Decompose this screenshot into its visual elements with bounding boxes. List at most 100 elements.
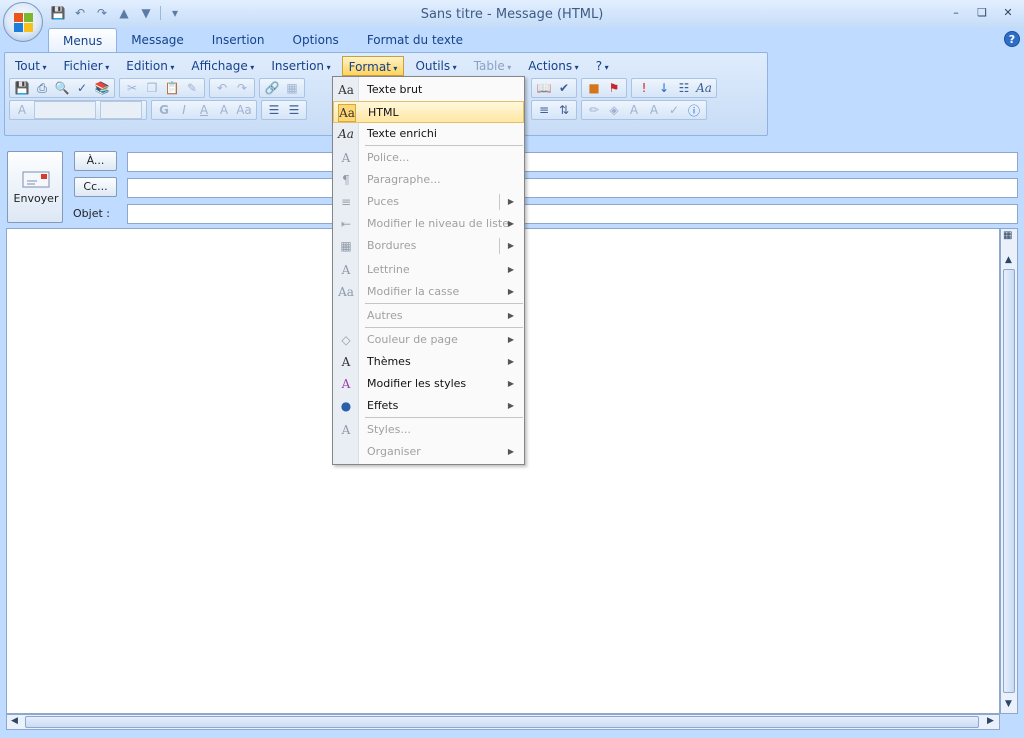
grow-font-button[interactable]: A: [214, 101, 234, 119]
help-button[interactable]: ?: [1004, 31, 1020, 47]
title-bar: 💾 ↶ ↷ ▲ ▼ ▾ Sans titre - Message (HTML) …: [0, 0, 1024, 28]
menu-outils[interactable]: Outils: [409, 56, 462, 76]
hyperlink-icon[interactable]: 🔗: [262, 79, 282, 97]
to-field[interactable]: [127, 152, 1018, 172]
scroll-left-icon[interactable]: ◀: [11, 716, 18, 726]
format-menu-item[interactable]: Aa HTML: [333, 101, 524, 123]
print-icon[interactable]: ⎙: [32, 79, 52, 97]
table-icon[interactable]: ▦: [282, 79, 302, 97]
cut-icon[interactable]: ✂: [122, 79, 142, 97]
vertical-scrollbar[interactable]: ▦ ▲ ▼: [1000, 228, 1018, 714]
highlight-icon[interactable]: ✏: [584, 101, 604, 119]
paste-icon[interactable]: 📋: [162, 79, 182, 97]
tab-menus[interactable]: Menus: [48, 28, 118, 52]
format-menu-item: Organiser ▶: [333, 441, 524, 463]
styles-gallery-icon[interactable]: Aa: [694, 79, 714, 97]
format-menu-item: ¶ Paragraphe...: [333, 169, 524, 191]
menu-affichage[interactable]: Affichage: [185, 56, 260, 76]
menu-separator: [365, 303, 523, 304]
high-importance-icon[interactable]: !: [634, 79, 654, 97]
scroll-up-icon[interactable]: ▲: [1005, 255, 1012, 265]
tab-format-du-texte[interactable]: Format du texte: [353, 28, 477, 52]
clear-format-icon[interactable]: A: [644, 101, 664, 119]
maximize-button[interactable]: ❏: [972, 4, 992, 20]
font-name-combo[interactable]: [34, 101, 96, 119]
ribbon-tabs: Menus Message Insertion Options Format d…: [48, 28, 477, 52]
horizontal-scrollbar[interactable]: ◀ ▶: [6, 714, 1000, 730]
menu-help[interactable]: ?: [590, 56, 615, 76]
html-format-icon: Aa: [338, 104, 356, 122]
effects-icon: ●: [340, 399, 352, 413]
spelling-icon[interactable]: ✓: [72, 79, 92, 97]
ruler-toggle-icon[interactable]: ▦: [1003, 230, 1012, 241]
submenu-arrow-icon: ▶: [507, 241, 514, 250]
office-button[interactable]: [3, 2, 43, 42]
tab-insertion[interactable]: Insertion: [198, 28, 279, 52]
send-button[interactable]: Envoyer: [7, 151, 63, 223]
format-menu-item: A Lettrine ▶: [333, 259, 524, 281]
format-menu-item[interactable]: Aa Texte brut: [333, 79, 524, 101]
vertical-scroll-thumb[interactable]: [1003, 269, 1015, 693]
italic-button[interactable]: I: [174, 101, 194, 119]
shading-icon[interactable]: ◈: [604, 101, 624, 119]
cc-button[interactable]: Cc...: [74, 177, 117, 197]
low-importance-icon[interactable]: ↓: [654, 79, 674, 97]
menu-actions[interactable]: Actions: [522, 56, 584, 76]
spellcheck-icon[interactable]: ✓: [664, 101, 684, 119]
font-color-icon[interactable]: A: [624, 101, 644, 119]
tab-options[interactable]: Options: [279, 28, 353, 52]
scroll-down-icon[interactable]: ▼: [1005, 699, 1012, 709]
office-logo-icon: [14, 13, 34, 33]
check-names-icon[interactable]: ✔: [554, 79, 574, 97]
format-menu-item[interactable]: Aa Texte enrichi: [333, 123, 524, 145]
change-case-button[interactable]: Aa: [234, 101, 254, 119]
help-icon[interactable]: ⓘ: [684, 101, 704, 119]
menu-edition[interactable]: Edition: [120, 56, 180, 76]
message-toolbar: 📖 ✔ ■ ⚑ ! ↓ ☷ Aa: [531, 78, 721, 98]
horizontal-scroll-thumb[interactable]: [25, 716, 979, 728]
align-center-icon[interactable]: ☰: [284, 101, 304, 119]
format-menu-item[interactable]: ● Effets ▶: [333, 395, 524, 417]
options-icon[interactable]: ☷: [674, 79, 694, 97]
redo-icon[interactable]: ↷: [232, 79, 252, 97]
menu-fichier[interactable]: Fichier: [58, 56, 116, 76]
styles-icon[interactable]: A: [12, 101, 32, 119]
to-button[interactable]: À...: [74, 151, 117, 171]
classic-menu-bar: Tout Fichier Edition Affichage Insertion…: [9, 56, 620, 76]
menu-table[interactable]: Table: [468, 56, 518, 76]
cc-field[interactable]: [127, 178, 1018, 198]
format-menu-item-label: Effets: [367, 399, 399, 412]
format-menu-item[interactable]: A Thèmes ▶: [333, 351, 524, 373]
font-size-combo[interactable]: [100, 101, 142, 119]
styles-icon: A: [341, 423, 351, 437]
menu-tout[interactable]: Tout: [9, 56, 53, 76]
format-menu-item: A Styles...: [333, 419, 524, 441]
dropcap-icon: A: [341, 263, 351, 277]
categorize-icon[interactable]: ■: [584, 79, 604, 97]
underline-button[interactable]: A: [194, 101, 214, 119]
bold-button[interactable]: G: [154, 101, 174, 119]
close-button[interactable]: ✕: [998, 4, 1018, 20]
submenu-arrow-icon: ▶: [507, 265, 514, 274]
multilevel-list-icon[interactable]: ≡: [534, 101, 554, 119]
copy-icon[interactable]: ❐: [142, 79, 162, 97]
menu-format[interactable]: Format: [341, 56, 405, 76]
format-painter-icon[interactable]: ✎: [182, 79, 202, 97]
sort-icon[interactable]: ⇅: [554, 101, 574, 119]
scroll-right-icon[interactable]: ▶: [987, 716, 994, 726]
follow-up-flag-icon[interactable]: ⚑: [604, 79, 624, 97]
print-preview-icon[interactable]: 🔍: [52, 79, 72, 97]
minimize-button[interactable]: –: [946, 4, 966, 20]
save-icon[interactable]: 💾: [12, 79, 32, 97]
format-menu-item: Aa Modifier la casse ▶: [333, 281, 524, 303]
format-menu-item[interactable]: A Modifier les styles ▶: [333, 373, 524, 395]
menu-insertion[interactable]: Insertion: [265, 56, 336, 76]
tab-message[interactable]: Message: [117, 28, 198, 52]
subject-field[interactable]: [127, 204, 1018, 224]
format-menu-item-label: Paragraphe...: [367, 173, 441, 186]
submenu-arrow-icon: ▶: [507, 311, 514, 320]
align-left-icon[interactable]: ☰: [264, 101, 284, 119]
address-book-icon[interactable]: 📖: [534, 79, 554, 97]
undo-icon[interactable]: ↶: [212, 79, 232, 97]
research-icon[interactable]: 📚: [92, 79, 112, 97]
